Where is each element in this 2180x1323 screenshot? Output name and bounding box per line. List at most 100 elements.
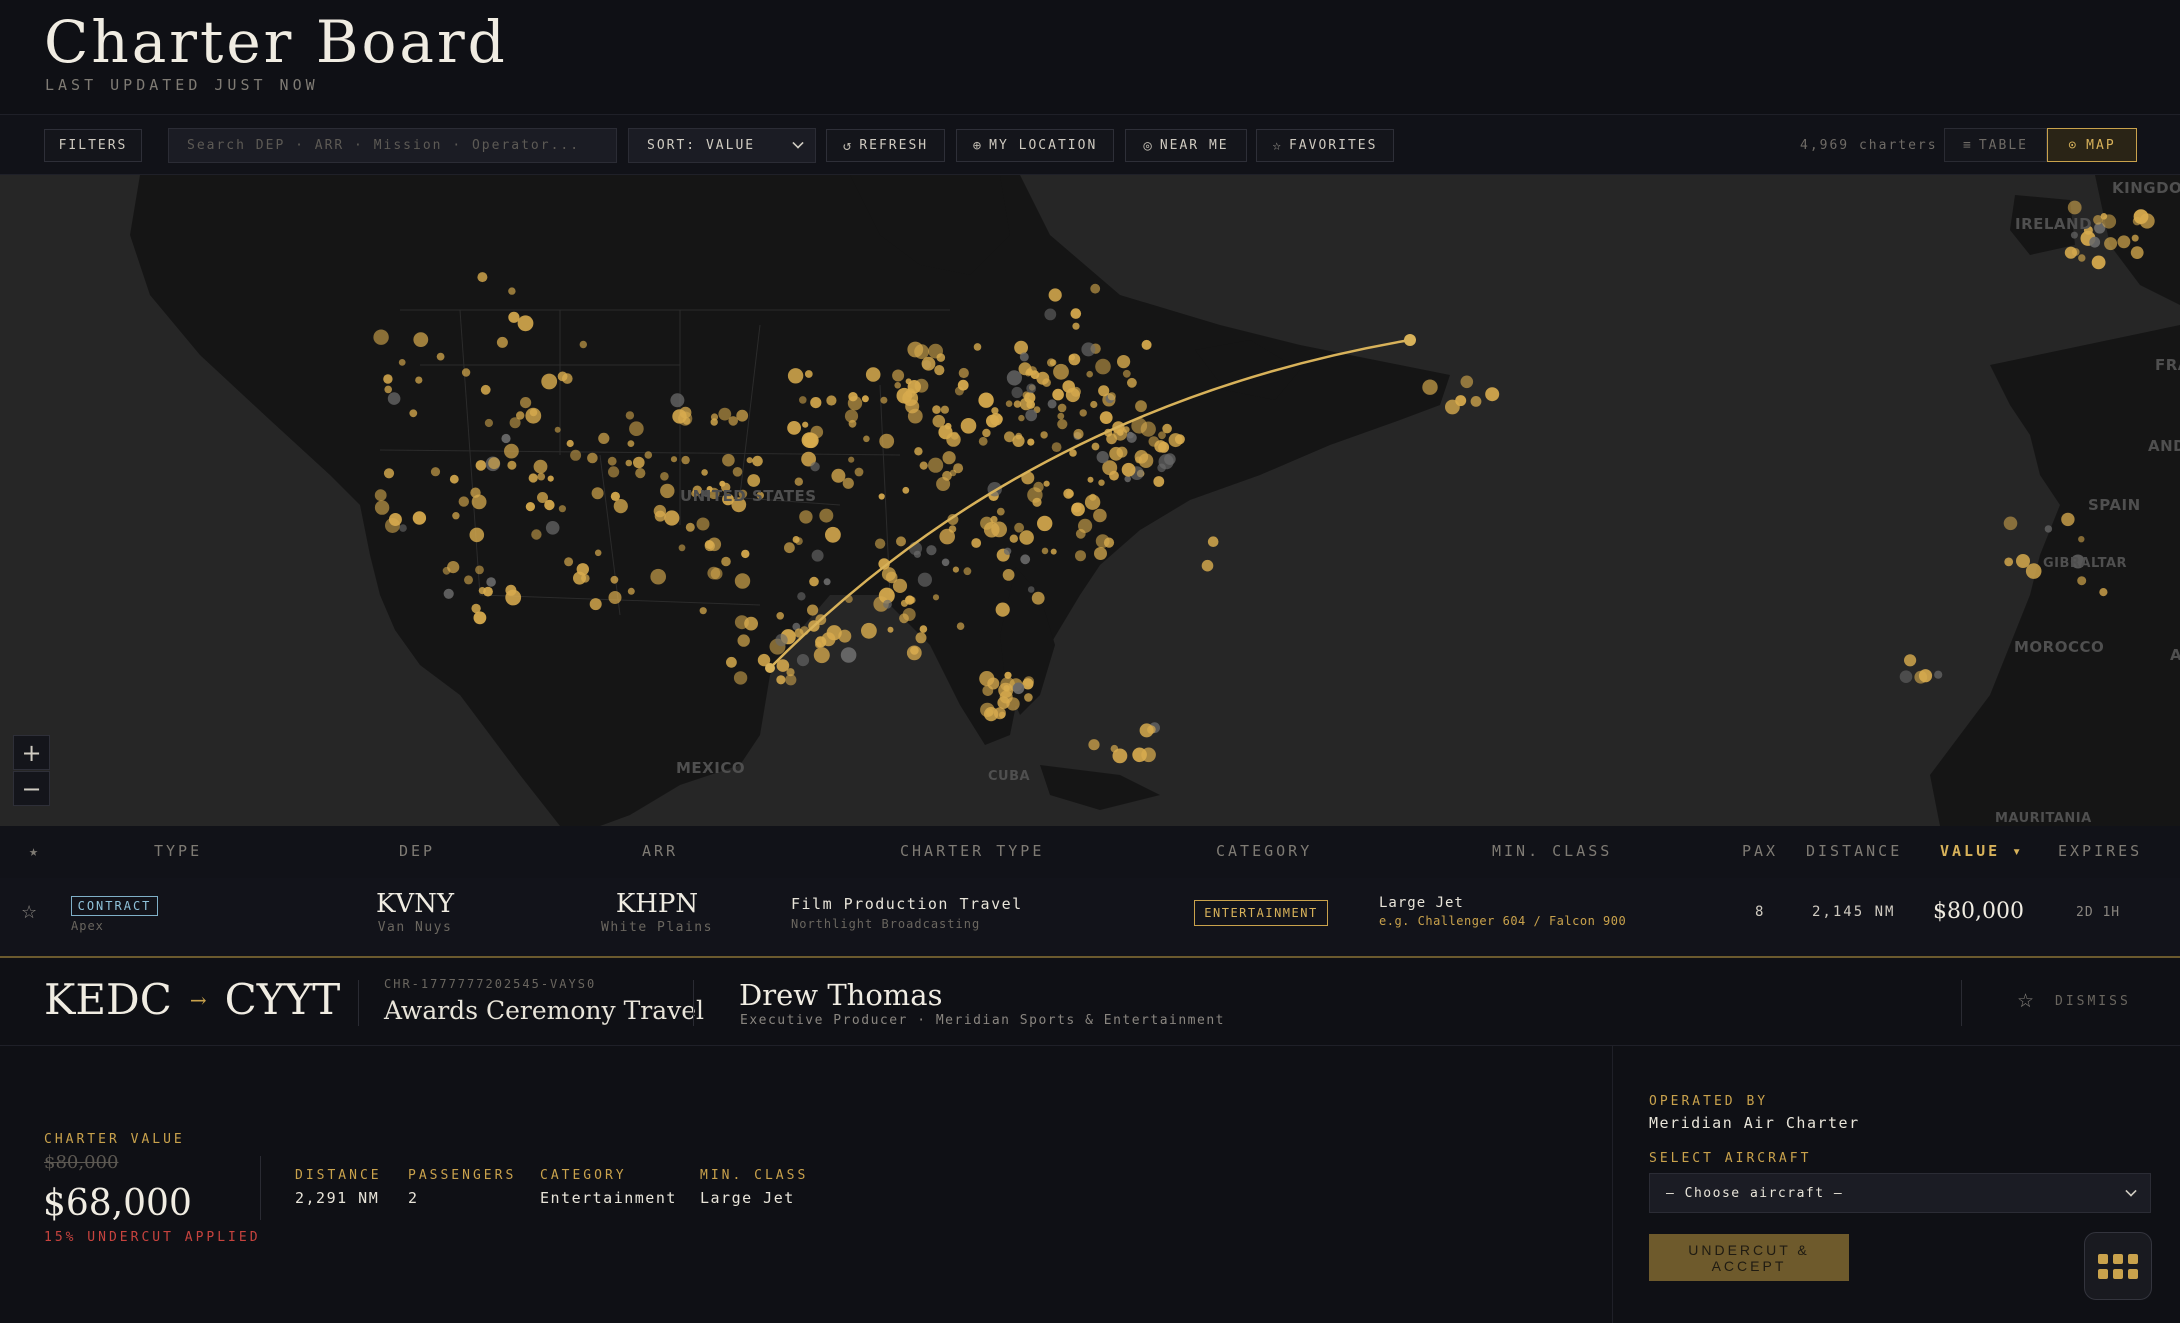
- charter-marker[interactable]: [1048, 288, 1062, 302]
- charter-marker[interactable]: [699, 607, 707, 615]
- charter-marker[interactable]: [1079, 409, 1087, 417]
- charter-marker[interactable]: [545, 521, 560, 535]
- charter-marker[interactable]: [736, 409, 749, 422]
- charter-marker[interactable]: [1044, 308, 1057, 321]
- my-location-button[interactable]: ⊕ MY LOCATION: [956, 129, 1114, 162]
- charter-marker[interactable]: [2101, 214, 2117, 229]
- charter-marker[interactable]: [826, 395, 837, 406]
- charter-marker[interactable]: [1174, 434, 1185, 445]
- charter-marker[interactable]: [508, 287, 516, 295]
- charter-marker[interactable]: [831, 468, 846, 483]
- col-dep[interactable]: DEP: [399, 842, 435, 860]
- charter-marker[interactable]: [794, 477, 803, 486]
- charter-marker[interactable]: [734, 573, 751, 589]
- charter-marker[interactable]: [905, 388, 916, 398]
- charter-marker[interactable]: [501, 433, 511, 444]
- charter-marker[interactable]: [721, 556, 731, 567]
- charter-marker[interactable]: [2139, 213, 2155, 229]
- charter-marker[interactable]: [443, 588, 454, 599]
- charter-marker[interactable]: [1162, 423, 1172, 434]
- charter-marker[interactable]: [892, 369, 905, 382]
- charter-marker[interactable]: [971, 538, 982, 548]
- charter-marker[interactable]: [409, 409, 418, 418]
- charter-marker[interactable]: [704, 540, 715, 552]
- charter-marker[interactable]: [784, 542, 795, 554]
- charter-marker[interactable]: [383, 374, 393, 384]
- charter-marker[interactable]: [840, 647, 857, 663]
- charter-marker[interactable]: [804, 370, 813, 378]
- charter-marker[interactable]: [1015, 432, 1023, 440]
- charter-marker[interactable]: [517, 315, 534, 332]
- charter-marker[interactable]: [430, 467, 441, 477]
- charter-marker[interactable]: [957, 379, 969, 391]
- charter-marker[interactable]: [1460, 375, 1474, 389]
- col-expires[interactable]: EXPIRES: [2058, 842, 2142, 860]
- charter-marker[interactable]: [1117, 355, 1131, 369]
- charter-marker[interactable]: [496, 336, 508, 348]
- charter-marker[interactable]: [802, 421, 809, 428]
- charter-marker[interactable]: [1070, 308, 1082, 319]
- charter-marker[interactable]: [863, 435, 870, 443]
- charter-marker[interactable]: [594, 549, 602, 557]
- charter-map[interactable]: UNITED STATES MEXICO CUBA IRELAND KINGDO…: [0, 175, 2180, 826]
- charter-marker[interactable]: [1207, 536, 1219, 547]
- charter-marker[interactable]: [950, 431, 959, 440]
- col-charter-type[interactable]: CHARTER TYPE: [900, 842, 1044, 860]
- col-category[interactable]: CATEGORY: [1216, 842, 1312, 860]
- charter-marker[interactable]: [664, 510, 680, 526]
- charter-marker[interactable]: [776, 612, 784, 620]
- col-type[interactable]: TYPE: [154, 842, 202, 860]
- charter-marker[interactable]: [1057, 419, 1068, 430]
- charter-marker[interactable]: [1095, 358, 1111, 375]
- charter-marker[interactable]: [2099, 588, 2108, 597]
- charter-marker[interactable]: [388, 513, 402, 526]
- charter-marker[interactable]: [2003, 516, 2018, 531]
- charter-marker[interactable]: [741, 549, 750, 559]
- charter-marker[interactable]: [562, 373, 573, 384]
- charter-marker[interactable]: [2061, 512, 2075, 527]
- charter-marker[interactable]: [1093, 508, 1107, 523]
- charter-marker[interactable]: [1422, 379, 1438, 395]
- charter-marker[interactable]: [737, 634, 750, 647]
- charter-marker[interactable]: [507, 460, 517, 470]
- charter-marker[interactable]: [1148, 436, 1160, 447]
- map-canvas[interactable]: [0, 175, 2180, 826]
- charter-marker[interactable]: [1027, 438, 1035, 446]
- charter-marker[interactable]: [940, 405, 950, 414]
- charter-marker[interactable]: [1072, 322, 1080, 330]
- charter-marker[interactable]: [554, 426, 561, 433]
- charter-marker[interactable]: [1103, 537, 1115, 548]
- charter-marker[interactable]: [844, 409, 859, 423]
- col-arr[interactable]: ARR: [642, 842, 678, 860]
- charter-marker[interactable]: [1043, 480, 1050, 487]
- charter-marker[interactable]: [978, 392, 994, 408]
- aircraft-select[interactable]: — Choose aircraft —: [1649, 1173, 2151, 1213]
- charter-marker[interactable]: [591, 487, 604, 500]
- charter-marker[interactable]: [1091, 442, 1100, 451]
- route-startpoint-marker[interactable]: [765, 663, 775, 673]
- charter-marker[interactable]: [1164, 453, 1176, 465]
- charter-marker[interactable]: [887, 626, 894, 633]
- apps-grid-button[interactable]: [2084, 1232, 2152, 1300]
- charter-marker[interactable]: [383, 468, 395, 479]
- charter-marker[interactable]: [906, 645, 922, 661]
- charter-marker[interactable]: [1057, 403, 1067, 413]
- charter-marker[interactable]: [1002, 569, 1015, 581]
- charter-marker[interactable]: [1914, 670, 1928, 684]
- charter-marker[interactable]: [936, 477, 951, 491]
- charter-marker[interactable]: [744, 616, 758, 631]
- charter-marker[interactable]: [610, 491, 621, 501]
- charter-marker[interactable]: [484, 418, 493, 428]
- charter-marker[interactable]: [1153, 476, 1165, 487]
- charter-marker[interactable]: [413, 332, 429, 347]
- charter-marker[interactable]: [2004, 557, 2014, 567]
- charter-marker[interactable]: [436, 352, 445, 361]
- search-input[interactable]: [168, 128, 617, 163]
- charter-marker[interactable]: [1139, 723, 1154, 738]
- charter-marker[interactable]: [1042, 378, 1051, 387]
- charter-marker[interactable]: [819, 508, 834, 523]
- charter-marker[interactable]: [1081, 342, 1096, 357]
- charter-marker[interactable]: [799, 510, 813, 524]
- charter-marker[interactable]: [566, 439, 574, 448]
- charter-marker[interactable]: [644, 451, 653, 459]
